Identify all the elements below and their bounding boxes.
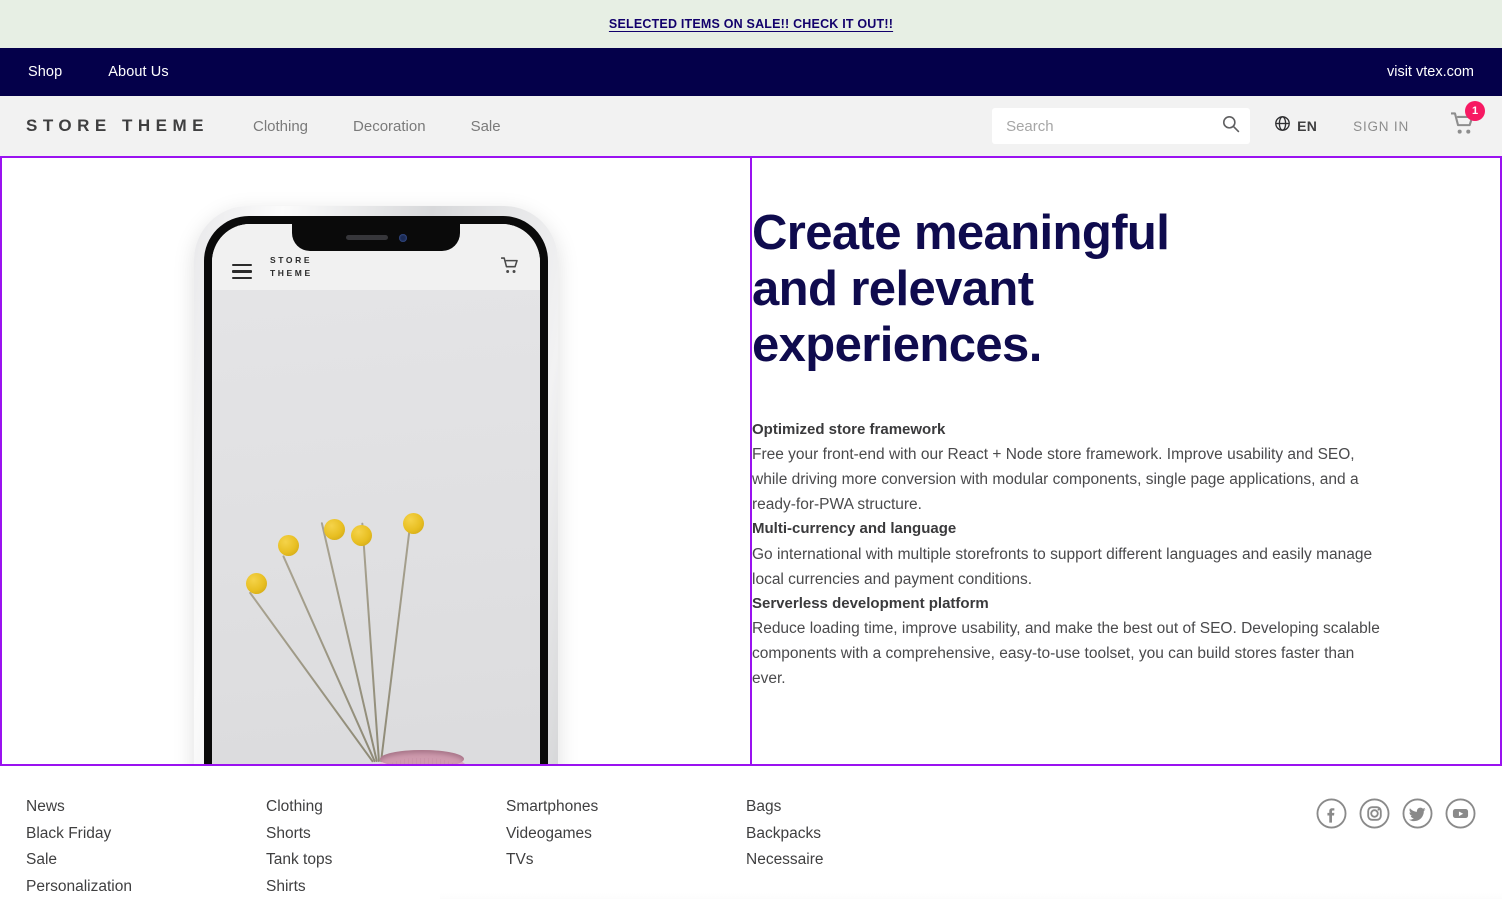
phone-mockup: STORE THEME (194, 206, 558, 764)
hero-title: Create meaningful and relevant experienc… (752, 206, 1390, 374)
youtube-icon[interactable] (1445, 798, 1476, 834)
cart-button[interactable]: 1 (1450, 101, 1485, 140)
hero-title-line-3: experiences. (752, 317, 1042, 372)
footer-link[interactable]: Sale (26, 847, 266, 874)
footer-link[interactable]: Personalization (26, 874, 266, 899)
stem (380, 513, 413, 763)
feature-body: Go international with multiple storefron… (752, 545, 1373, 588)
phone-store-logo: STORE THEME (270, 254, 313, 279)
footer-column: Bags Backpacks Necessaire (746, 794, 986, 899)
flower-bloom (246, 573, 267, 594)
phone-camera (398, 233, 407, 242)
footer-link[interactable]: Backpacks (746, 821, 986, 848)
flower-bloom (324, 519, 345, 540)
cart-count-badge: 1 (1465, 101, 1485, 121)
flower-bloom (351, 525, 372, 546)
phone-speaker (345, 235, 388, 240)
footer-link[interactable]: Shorts (266, 821, 506, 848)
cart-icon (1450, 112, 1476, 139)
search-box[interactable] (992, 108, 1251, 144)
nav-item-decoration[interactable]: Decoration (353, 118, 426, 135)
feature-title: Serverless development platform (752, 594, 989, 612)
search-icon[interactable] (1221, 114, 1240, 138)
hero-title-line-1: Create meaningful (752, 206, 1170, 260)
phone-frame: STORE THEME (204, 216, 548, 764)
feature-title: Multi-currency and language (752, 520, 957, 538)
site-header: STORE THEME Clothing Decoration Sale EN … (0, 96, 1502, 156)
site-footer: News Black Friday Sale Personalization C… (0, 766, 1502, 899)
feature-body: Reduce loading time, improve usability, … (752, 620, 1380, 688)
footer-column: Clothing Shorts Tank tops Shirts Sweatsh… (266, 794, 506, 899)
feature-block: Multi-currency and language Go internati… (752, 517, 1390, 592)
twitter-icon[interactable] (1402, 798, 1433, 834)
phone-logo-line-1: STORE (270, 255, 313, 266)
primary-nav: Clothing Decoration Sale (253, 118, 501, 135)
search-input[interactable] (1006, 117, 1222, 135)
footer-link[interactable]: Smartphones (506, 794, 746, 821)
footer-column: News Black Friday Sale Personalization (26, 794, 266, 899)
utility-link-about-us[interactable]: About Us (108, 64, 168, 80)
hero-title-line-2: and relevant (752, 261, 1034, 316)
social-links (1316, 794, 1476, 899)
flower-bloom (278, 535, 299, 556)
language-label: EN (1297, 118, 1318, 134)
footer-link[interactable]: Tank tops (266, 847, 506, 874)
feature-body: Free your front-end with our React + Nod… (752, 445, 1359, 514)
facebook-icon[interactable] (1316, 798, 1347, 834)
instagram-icon[interactable] (1359, 798, 1390, 834)
feature-title: Optimized store framework (752, 420, 946, 438)
feature-block: Serverless development platform Reduce l… (752, 592, 1390, 692)
globe-icon (1274, 115, 1291, 137)
phone-logo-line-2: THEME (270, 267, 313, 278)
footer-link[interactable]: News (26, 794, 266, 821)
phone-product-photo (212, 290, 540, 764)
hero-section: STORE THEME Create meaningful and releva… (0, 156, 1502, 766)
phone-screen: STORE THEME (212, 224, 540, 764)
footer-column: Smartphones Videogames TVs (506, 794, 746, 899)
utility-bar-links: Shop About Us (28, 64, 169, 80)
phone-notch (292, 224, 460, 251)
footer-link[interactable]: Black Friday (26, 821, 266, 848)
utility-bar: Shop About Us visit vtex.com (0, 48, 1502, 96)
footer-link[interactable]: TVs (506, 847, 746, 874)
promo-banner-link[interactable]: SELECTED ITEMS ON SALE!! CHECK IT OUT!! (609, 17, 893, 31)
hero-text-column: Create meaningful and relevant experienc… (752, 158, 1500, 764)
footer-link[interactable]: Clothing (266, 794, 506, 821)
utility-link-shop[interactable]: Shop (28, 64, 62, 80)
language-selector[interactable]: EN (1274, 115, 1317, 137)
phone-cart-icon[interactable] (500, 257, 520, 279)
footer-link[interactable]: Videogames (506, 821, 746, 848)
flower-bloom (403, 513, 424, 534)
feature-block: Optimized store framework Free your fron… (752, 418, 1390, 518)
nav-item-clothing[interactable]: Clothing (253, 118, 308, 135)
stem (361, 522, 380, 763)
footer-link[interactable]: Bags (746, 794, 986, 821)
store-logo[interactable]: STORE THEME (26, 116, 209, 136)
footer-link[interactable]: Necessaire (746, 847, 986, 874)
hamburger-icon[interactable] (232, 263, 252, 279)
nav-item-sale[interactable]: Sale (471, 118, 501, 135)
hero-image-column: STORE THEME (2, 158, 752, 764)
sign-in-button[interactable]: SIGN IN (1353, 119, 1409, 134)
promo-banner: SELECTED ITEMS ON SALE!! CHECK IT OUT!! (0, 0, 1502, 48)
footer-link[interactable]: Shirts (266, 874, 506, 899)
utility-link-visit-vtex[interactable]: visit vtex.com (1387, 64, 1474, 80)
